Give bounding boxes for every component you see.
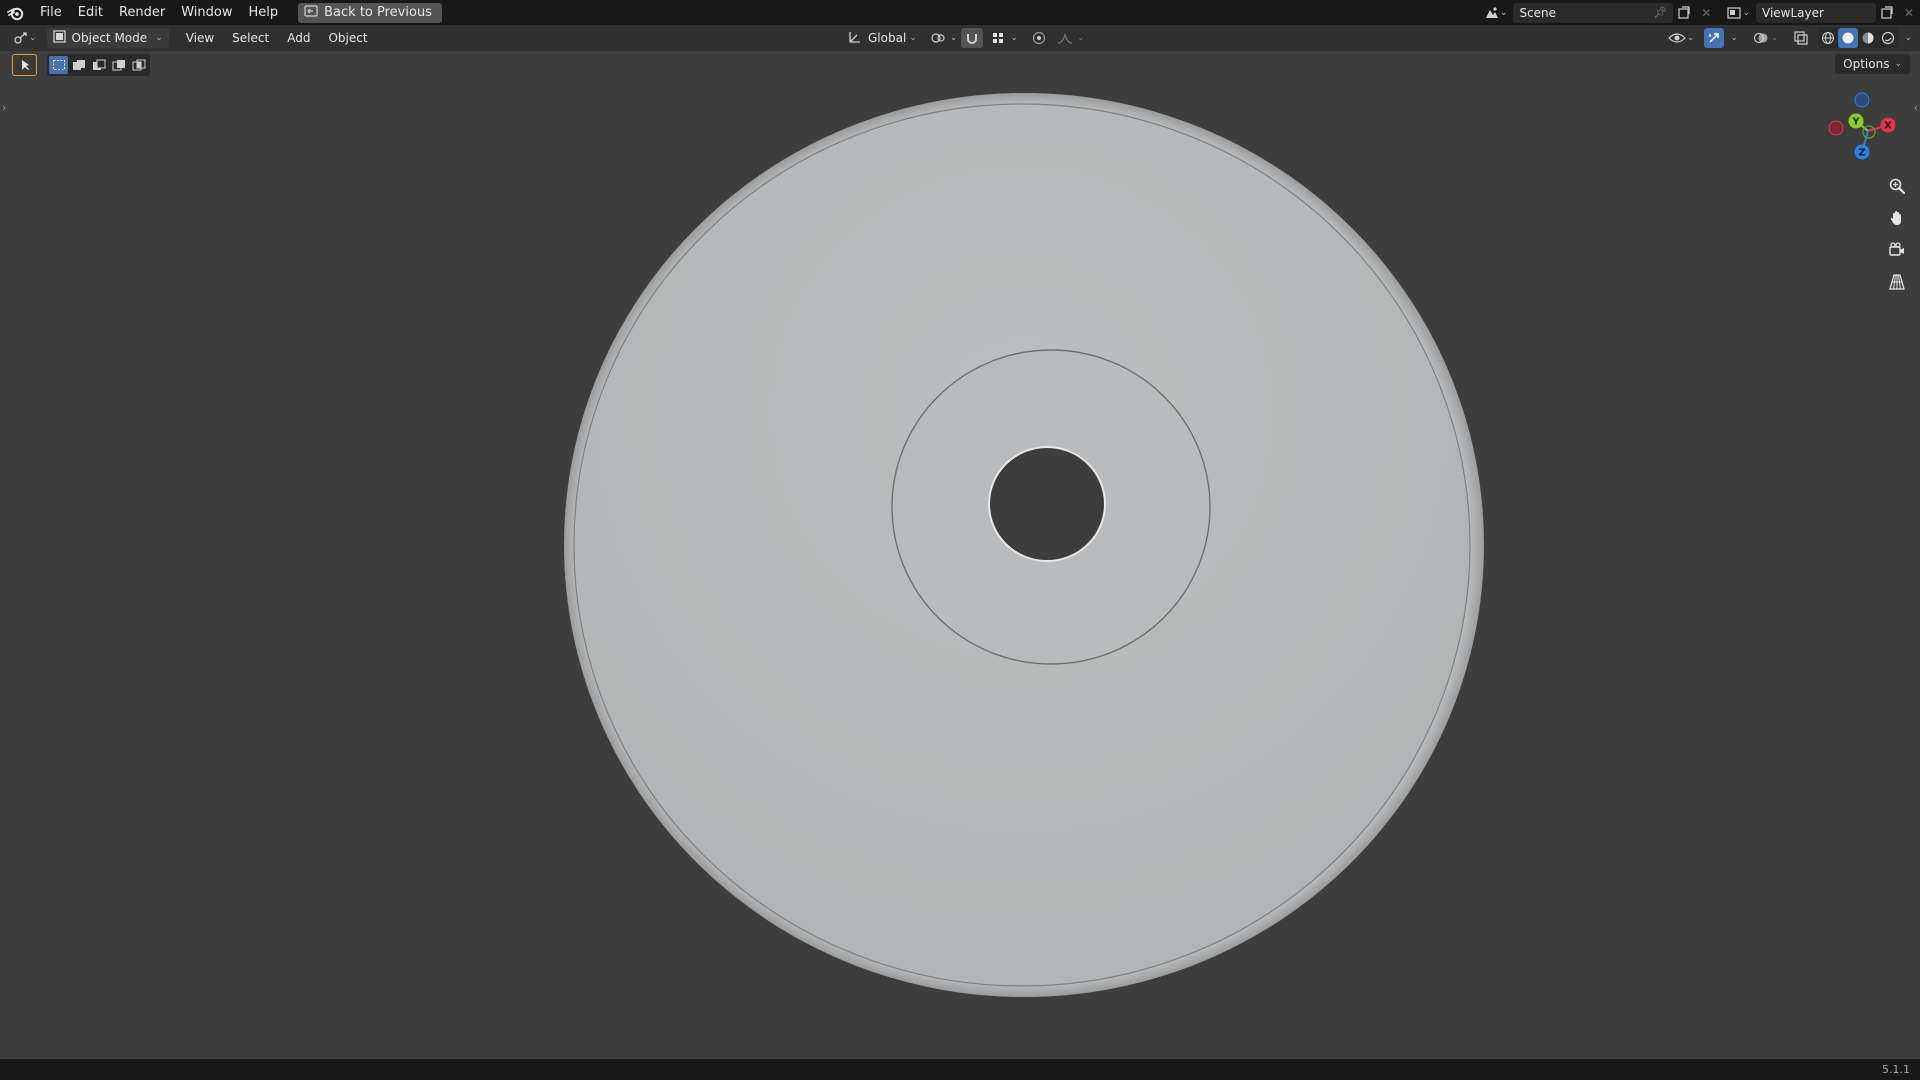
pivot-icon[interactable] (927, 28, 949, 48)
tool-row (12, 54, 150, 76)
selection-mode-group (47, 54, 150, 76)
status-bar: 5.1.1 (0, 1059, 1920, 1080)
options-label: Options (1843, 57, 1890, 71)
chevron-down-icon: ⌄ (1742, 7, 1750, 18)
view-layer-selector[interactable]: ViewLayer (1756, 2, 1876, 23)
solid-shading-icon[interactable] (1838, 28, 1859, 48)
gizmo-x-label: X (1884, 121, 1892, 132)
navigation-buttons (1884, 173, 1910, 295)
back-to-previous-label: Back to Previous (324, 5, 432, 20)
material-shading-icon[interactable] (1858, 28, 1878, 48)
new-view-layer-icon[interactable] (1876, 3, 1898, 23)
back-icon (304, 4, 318, 21)
perspective-grid-icon[interactable] (1884, 269, 1910, 295)
navigation-gizmo[interactable]: X Y Z (1822, 83, 1902, 163)
overlay-icon[interactable] (1750, 28, 1772, 48)
chevron-down-icon: ⌄ (1904, 33, 1912, 43)
gizmo-z-label: Z (1858, 148, 1865, 159)
zoom-icon[interactable] (1884, 173, 1910, 199)
menu-add[interactable]: Add (278, 31, 319, 45)
select-new-icon[interactable] (49, 56, 68, 74)
gizmo-icon[interactable] (1704, 28, 1725, 48)
menu-view[interactable]: View (177, 31, 223, 45)
menu-edit[interactable]: Edit (70, 0, 111, 25)
xray-icon[interactable] (1790, 28, 1812, 48)
close-icon[interactable]: ✕ (1898, 3, 1920, 23)
select-intersect-icon[interactable] (129, 56, 148, 74)
chevron-down-icon: ⌄ (1894, 59, 1902, 69)
gizmo-neg-z[interactable] (1854, 92, 1870, 108)
transform-orientation-icon (848, 30, 862, 47)
chevron-down-icon: ⌄ (909, 33, 917, 43)
camera-view-icon[interactable] (1884, 237, 1910, 263)
gizmo-y-label: Y (1851, 117, 1860, 128)
chevron-down-icon: ⌄ (1770, 33, 1779, 43)
select-invert-icon[interactable] (109, 56, 128, 74)
object-mode-label: Object Mode (71, 31, 148, 45)
menu-object[interactable]: Object (319, 31, 376, 45)
chevron-down-icon: ⌄ (1076, 33, 1085, 43)
object-mode-dropdown[interactable]: Object Mode ⌄ (46, 28, 169, 48)
viewport-header: ⌄ Object Mode ⌄ View Select Add Object G… (0, 25, 1920, 51)
wireframe-shading-icon[interactable] (1818, 28, 1838, 48)
pin-icon[interactable]: 📌︎ (1653, 6, 1667, 19)
proportional-edit-icon[interactable] (1028, 28, 1050, 48)
view-layer-name: ViewLayer (1762, 5, 1824, 20)
shading-selector (1818, 28, 1899, 48)
toolbar-expand-icon[interactable]: › (2, 101, 6, 114)
scene-name: Scene (1519, 5, 1557, 20)
object-mode-icon (52, 30, 66, 46)
select-tool-icon[interactable] (15, 56, 34, 74)
gizmo-toggle[interactable] (1704, 28, 1725, 48)
gizmo-neg-y[interactable] (1862, 125, 1876, 139)
chevron-down-icon: ⌄ (155, 33, 163, 43)
close-icon[interactable]: ✕ (1695, 3, 1717, 23)
chevron-down-icon: ⌄ (1499, 7, 1508, 18)
sidebar-expand-icon[interactable]: ‹ (1914, 101, 1918, 114)
chevron-down-icon: ⌄ (29, 33, 37, 43)
active-tool[interactable] (12, 54, 37, 76)
3d-viewport[interactable]: Options ⌄ › ‹ X Y Z (0, 51, 1920, 1059)
transform-orientation-dropdown[interactable]: Global ⌄ (842, 28, 923, 48)
top-bar: File Edit Render Window Help Back to Pre… (0, 0, 1920, 25)
falloff-icon[interactable] (1054, 28, 1076, 48)
snap-increment-icon[interactable] (987, 28, 1009, 48)
new-scene-icon[interactable] (1673, 3, 1695, 23)
chevron-down-icon: ⌄ (949, 33, 958, 43)
version-label: 5.1.1 (1882, 1063, 1910, 1076)
back-to-previous-button[interactable]: Back to Previous (298, 2, 442, 23)
menu-help[interactable]: Help (241, 0, 287, 25)
snap-icon[interactable] (961, 28, 984, 48)
chevron-down-icon: ⌄ (1686, 33, 1695, 43)
disc-object[interactable] (0, 51, 1920, 1059)
options-dropdown[interactable]: Options ⌄ (1835, 54, 1910, 74)
visibility-icon[interactable] (1666, 28, 1688, 48)
select-subtract-icon[interactable] (89, 56, 108, 74)
select-extend-icon[interactable] (69, 56, 88, 74)
rendered-shading-icon[interactable] (1878, 28, 1898, 48)
chevron-down-icon: ⌄ (1730, 33, 1738, 43)
scene-selector[interactable]: Scene 📌︎ (1513, 2, 1674, 23)
gizmo-neg-x[interactable] (1828, 120, 1844, 136)
menu-window[interactable]: Window (173, 0, 240, 25)
menu-file[interactable]: File (32, 0, 70, 25)
transform-orientation-label: Global (868, 31, 907, 45)
menu-select[interactable]: Select (223, 31, 278, 45)
blender-logo-icon[interactable] (0, 0, 32, 25)
menu-render[interactable]: Render (111, 0, 173, 25)
chevron-down-icon: ⌄ (1010, 33, 1018, 43)
pan-hand-icon[interactable] (1884, 205, 1910, 231)
disc-center-hole (988, 446, 1106, 562)
